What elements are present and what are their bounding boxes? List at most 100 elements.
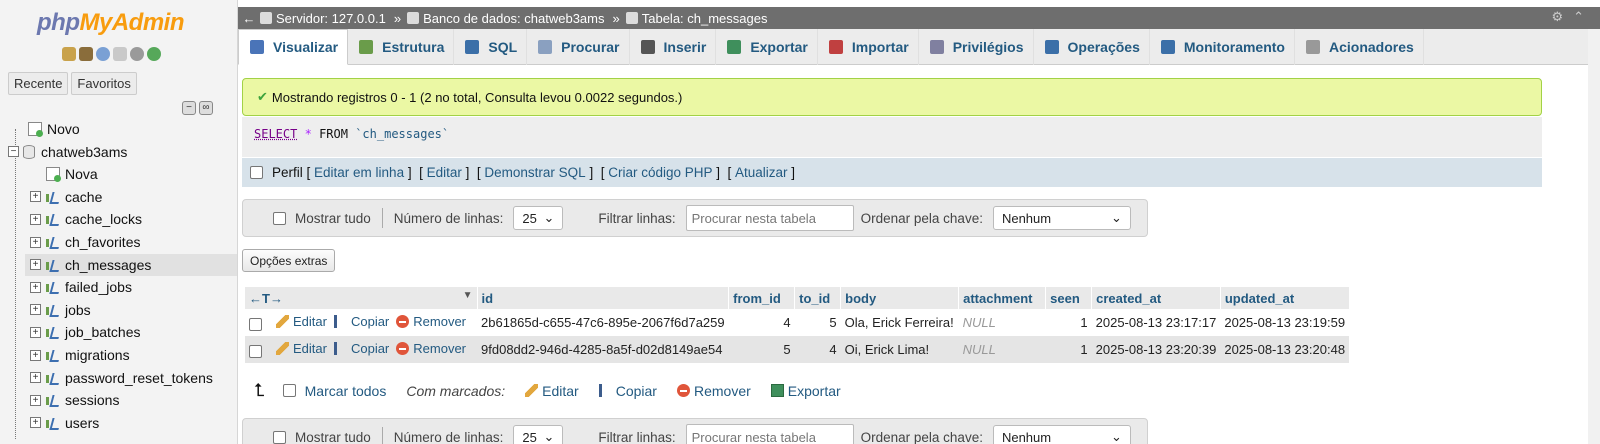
show-all-checkbox[interactable] (273, 430, 286, 444)
check-all-checkbox[interactable] (282, 384, 296, 397)
sql-keyword-select[interactable]: SELECT (254, 127, 297, 141)
tree-item[interactable]: + ch_favorites (30, 231, 140, 253)
tree-item[interactable]: + jobs (30, 299, 91, 321)
column-header-to-id[interactable]: to_id (794, 287, 842, 309)
cell-body[interactable]: Ola, Erick Ferreira! (840, 309, 959, 336)
row-copy-button[interactable]: Copiar (333, 314, 389, 329)
cell-id[interactable]: 2b61865d-c655-47c6-895e-2067f6d7a259 (477, 309, 729, 336)
cell-updated-at[interactable]: 2025-08-13 23:20:48 (1220, 336, 1350, 363)
rows-select[interactable]: 25 ⌄ (513, 425, 564, 444)
tab-procurar[interactable]: Procurar (527, 29, 630, 65)
tab-inserir[interactable]: Inserir (630, 29, 717, 65)
bulk-edit-button[interactable]: Editar (525, 383, 579, 399)
profile-checkbox[interactable] (250, 166, 263, 179)
tab-acionadores[interactable]: Acionadores (1295, 29, 1424, 65)
filter-rows-input[interactable]: Procurar nesta tabela (685, 205, 854, 231)
reload-icon[interactable] (147, 47, 161, 61)
expand-icon[interactable]: + (30, 349, 41, 361)
breadcrumb-table[interactable]: Tabela: ch_messages (625, 11, 767, 26)
column-header-created-at[interactable]: created_at (1091, 287, 1221, 309)
row-copy-button[interactable]: Copiar (333, 341, 389, 356)
home-icon[interactable] (62, 47, 76, 61)
filter-rows-input[interactable]: Procurar nesta tabela (685, 424, 854, 444)
expand-icon[interactable]: + (30, 304, 41, 316)
cell-id[interactable]: 9fd08dd2-946d-4285-8a5f-d02d8149ae54 (477, 336, 729, 363)
bulk-copy-button[interactable]: Copiar (598, 383, 657, 399)
collapse-top-icon[interactable]: ⌃ (1573, 9, 1584, 25)
cell-to-id[interactable]: 5 (794, 309, 841, 336)
row-edit-button[interactable]: Editar (276, 314, 327, 329)
tab-operacoes[interactable]: Operações (1034, 29, 1150, 65)
column-header-body[interactable]: body (840, 287, 960, 309)
cell-to-id[interactable]: 4 (794, 336, 841, 363)
tab-exportar[interactable]: Exportar (716, 29, 818, 65)
cell-body[interactable]: Oi, Erick Lima! (840, 336, 959, 363)
create-php-code-link[interactable]: Criar código PHP (608, 165, 712, 180)
settings-icon[interactable] (130, 47, 144, 61)
explain-sql-link[interactable]: Demonstrar SQL (484, 165, 585, 180)
rows-select[interactable]: 25 ⌄ (513, 206, 564, 230)
row-delete-button[interactable]: Remover (396, 314, 466, 329)
cell-attachment[interactable]: NULL (958, 336, 1046, 363)
sort-by-key-select[interactable]: Nenhum ⌄ (992, 425, 1131, 444)
check-all-label[interactable]: Marcar todos (305, 383, 387, 399)
tree-item[interactable]: + cache_locks (30, 208, 142, 230)
edit-query-link[interactable]: Editar (427, 165, 462, 180)
tree-item[interactable]: Novo (28, 118, 80, 140)
refresh-link[interactable]: Atualizar (735, 165, 788, 180)
extra-options-button[interactable]: Opções extras (242, 249, 336, 272)
tree-item[interactable]: + job_batches (30, 321, 141, 343)
collapse-all-icon[interactable]: − (182, 101, 196, 115)
breadcrumb-server[interactable]: Servidor: 127.0.0.1 (260, 11, 386, 26)
expand-icon[interactable]: + (30, 191, 41, 203)
tree-item[interactable]: + ch_messages (25, 253, 237, 276)
tree-item[interactable]: + users (30, 412, 99, 434)
row-delete-button[interactable]: Remover (396, 341, 466, 356)
cell-from-id[interactable]: 4 (728, 309, 795, 336)
sort-by-key-select[interactable]: Nenhum ⌄ (992, 206, 1131, 230)
show-all-checkbox[interactable] (273, 211, 286, 225)
page-scrollbar[interactable] (1588, 29, 1600, 444)
link-with-main-icon[interactable]: ∞ (199, 101, 213, 115)
tab-estrutura[interactable]: Estrutura (348, 29, 455, 65)
column-header-seen[interactable]: seen (1045, 287, 1093, 309)
docs-icon[interactable] (113, 47, 127, 61)
expand-icon[interactable]: + (30, 417, 41, 429)
tree-item[interactable]: + password_reset_tokens (30, 367, 213, 389)
tab-favorites[interactable]: Favoritos (71, 72, 137, 95)
expand-icon[interactable]: + (30, 213, 41, 225)
expand-icon[interactable]: + (30, 326, 41, 338)
column-header-from-id[interactable]: from_id (728, 287, 796, 309)
expand-icon[interactable]: + (30, 372, 41, 384)
expand-icon[interactable]: + (30, 394, 41, 406)
cell-from-id[interactable]: 5 (728, 336, 795, 363)
tab-privilegios[interactable]: Privilégios (919, 29, 1034, 65)
cell-seen[interactable]: 1 (1045, 309, 1092, 336)
expand-icon[interactable]: + (30, 259, 41, 271)
tree-item[interactable]: + migrations (30, 344, 130, 366)
tree-item[interactable]: Nova (46, 163, 98, 185)
breadcrumb-database[interactable]: Banco de dados: chatweb3ams (407, 11, 605, 26)
expand-icon[interactable]: + (30, 236, 41, 248)
phpmyadmin-logo[interactable]: phpMyAdmin (37, 9, 184, 37)
tab-recent[interactable]: Recente (8, 72, 69, 95)
help-icon[interactable] (96, 47, 110, 61)
cell-updated-at[interactable]: 2025-08-13 23:19:59 (1220, 309, 1350, 336)
tab-importar[interactable]: Importar (818, 29, 919, 65)
row-checkbox[interactable] (249, 345, 262, 359)
back-arrow-icon[interactable]: ← (238, 11, 260, 26)
bulk-export-button[interactable]: Exportar (770, 383, 841, 399)
column-header-attachment[interactable]: attachment (958, 287, 1047, 309)
column-header-updated-at[interactable]: updated_at (1220, 287, 1350, 309)
bulk-delete-button[interactable]: Remover (676, 383, 751, 399)
tab-visualizar[interactable]: Visualizar (238, 29, 349, 65)
logout-icon[interactable] (79, 47, 93, 61)
tree-item[interactable]: + cache (30, 186, 102, 208)
cell-created-at[interactable]: 2025-08-13 23:20:39 (1091, 336, 1221, 363)
tab-monitoramento[interactable]: Monitoramento (1150, 29, 1295, 65)
collapse-icon[interactable]: − (8, 146, 19, 158)
edit-inline-link[interactable]: Editar em linha (314, 165, 404, 180)
cell-attachment[interactable]: NULL (958, 309, 1046, 336)
row-edit-button[interactable]: Editar (276, 341, 327, 356)
column-options-icon[interactable]: ▼ (463, 290, 473, 301)
